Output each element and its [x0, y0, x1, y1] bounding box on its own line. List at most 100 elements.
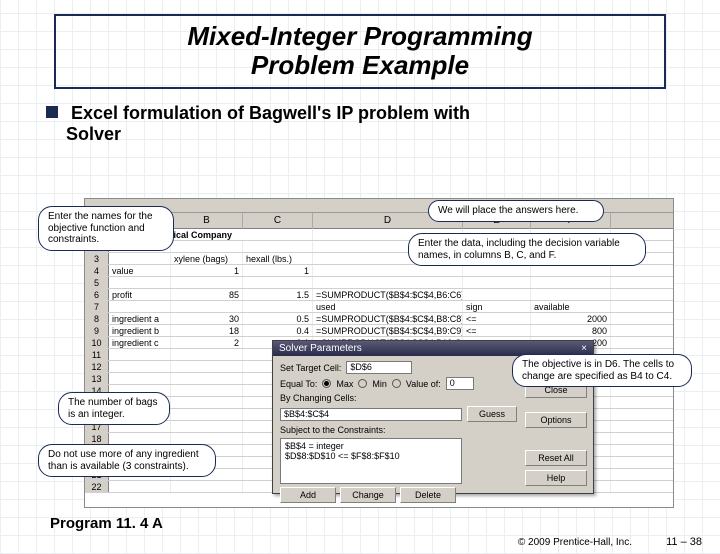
- constraint-2[interactable]: $D$8:$D$10 <= $F$8:$F$10: [285, 451, 457, 461]
- cell: 85: [171, 289, 243, 300]
- cell: 13: [85, 373, 109, 384]
- bullet-row: Excel formulation of Bagwell's IP proble…: [46, 103, 674, 124]
- footer-page: 11 – 38: [666, 536, 702, 548]
- cell: [313, 277, 463, 288]
- grid-row: 9ingredient b180.4=SUMPRODUCT($B$4:$C$4,…: [85, 325, 673, 337]
- radio-min[interactable]: [358, 379, 367, 388]
- cell: [109, 481, 171, 492]
- target-cell-input[interactable]: $D$6: [346, 361, 412, 374]
- title-line-1: Mixed-Integer Programming: [187, 21, 532, 51]
- cell: 5: [85, 277, 109, 288]
- bullet-text: Excel formulation of Bagwell's IP proble…: [71, 103, 470, 123]
- callout-answers: We will place the answers here.: [428, 200, 604, 222]
- cell: =SUMPRODUCT($B$4:$C$4,B9:C9): [313, 325, 463, 336]
- cell: 1: [243, 265, 313, 276]
- cell: <=: [463, 325, 531, 336]
- help-button[interactable]: Help: [525, 470, 587, 486]
- col-C: C: [243, 213, 313, 229]
- bullet-square-icon: [46, 106, 58, 118]
- close-icon[interactable]: ×: [581, 343, 587, 354]
- label-by-changing: By Changing Cells:: [280, 393, 357, 403]
- cell: [531, 289, 611, 300]
- constraint-1[interactable]: $B$4 = integer: [285, 441, 457, 451]
- cell: [109, 433, 171, 444]
- dialog-title: Solver Parameters: [279, 343, 362, 354]
- cell: [313, 265, 463, 276]
- radio-value-of[interactable]: [392, 379, 401, 388]
- cell: [243, 277, 313, 288]
- cell: 8: [85, 313, 109, 324]
- cell: 12: [85, 361, 109, 372]
- cell: [171, 421, 243, 432]
- cell: xylene (bags): [171, 253, 243, 264]
- cell: 18: [171, 325, 243, 336]
- callout-constraints: Do not use more of any ingredient than i…: [38, 444, 216, 477]
- cell: [171, 301, 243, 312]
- cell: hexall (lbs.): [243, 253, 313, 264]
- cell: =SUMPRODUCT($B$4:$C$4,B8:C8): [313, 313, 463, 324]
- cell: [243, 301, 313, 312]
- slide-title-box: Mixed-Integer Programming Problem Exampl…: [54, 14, 666, 89]
- changing-cells-input[interactable]: $B$4:$C$4: [280, 408, 462, 421]
- grid-row: 7 usedsignavailable: [85, 301, 673, 313]
- cell: [463, 277, 531, 288]
- cell: [109, 253, 171, 264]
- cell: 9: [85, 325, 109, 336]
- cell: [171, 349, 243, 360]
- label-subject: Subject to the Constraints:: [280, 425, 386, 435]
- value-of-input[interactable]: 0: [446, 377, 474, 390]
- label-set-target: Set Target Cell:: [280, 363, 341, 373]
- label-value-of: Value of:: [406, 379, 441, 389]
- cell: 10: [85, 337, 109, 348]
- footer-copyright: © 2009 Prentice-Hall, Inc.: [518, 537, 632, 548]
- options-button[interactable]: Options: [525, 412, 587, 428]
- bullet-text-cont: Solver: [66, 124, 720, 145]
- guess-button[interactable]: Guess: [467, 406, 517, 422]
- cell: used: [313, 301, 463, 312]
- cell: [171, 397, 243, 408]
- grid-row: 4value11: [85, 265, 673, 277]
- cell: [171, 433, 243, 444]
- cell: available: [531, 301, 611, 312]
- cell: 2: [171, 337, 243, 348]
- reset-all-button[interactable]: Reset All: [525, 450, 587, 466]
- cell: 0.5: [243, 313, 313, 324]
- cell: [531, 265, 611, 276]
- grid-row: 6profit851.5=SUMPRODUCT($B$4:$C$4,B6:C6): [85, 289, 673, 301]
- label-equal-to: Equal To:: [280, 379, 317, 389]
- cell: sign: [463, 301, 531, 312]
- callout-objective: The objective is in D6. The cells to cha…: [512, 354, 692, 387]
- cell: [171, 361, 243, 372]
- cell: =SUMPRODUCT($B$4:$C$4,B6:C6): [313, 289, 463, 300]
- cell: 30: [171, 313, 243, 324]
- cell: [109, 349, 171, 360]
- cell: [531, 277, 611, 288]
- cell: [463, 265, 531, 276]
- add-button[interactable]: Add: [280, 487, 336, 503]
- cell: [109, 361, 171, 372]
- callout-enter-data: Enter the data, including the decision v…: [408, 233, 646, 266]
- cell: [171, 277, 243, 288]
- callout-integer: The number of bags is an integer.: [58, 392, 170, 425]
- change-button[interactable]: Change: [340, 487, 396, 503]
- label-max: Max: [336, 379, 353, 389]
- cell: [109, 277, 171, 288]
- callout-obj-names: Enter the names for the objective functi…: [38, 206, 174, 251]
- cell: 7: [85, 301, 109, 312]
- radio-max[interactable]: [322, 379, 331, 388]
- cell: [171, 385, 243, 396]
- cell: [171, 373, 243, 384]
- cell: 1.5: [243, 289, 313, 300]
- grid-row: 8ingredient a300.5=SUMPRODUCT($B$4:$C$4,…: [85, 313, 673, 325]
- cell: [171, 481, 243, 492]
- cell: 22: [85, 481, 109, 492]
- cell: ingredient c: [109, 337, 171, 348]
- cell: [463, 289, 531, 300]
- cell: 4: [85, 265, 109, 276]
- cell: [171, 409, 243, 420]
- delete-button[interactable]: Delete: [400, 487, 456, 503]
- cell: 11: [85, 349, 109, 360]
- cell: 18: [85, 433, 109, 444]
- constraints-list[interactable]: $B$4 = integer $D$8:$D$10 <= $F$8:$F$10: [280, 438, 462, 484]
- cell: 2000: [531, 313, 611, 324]
